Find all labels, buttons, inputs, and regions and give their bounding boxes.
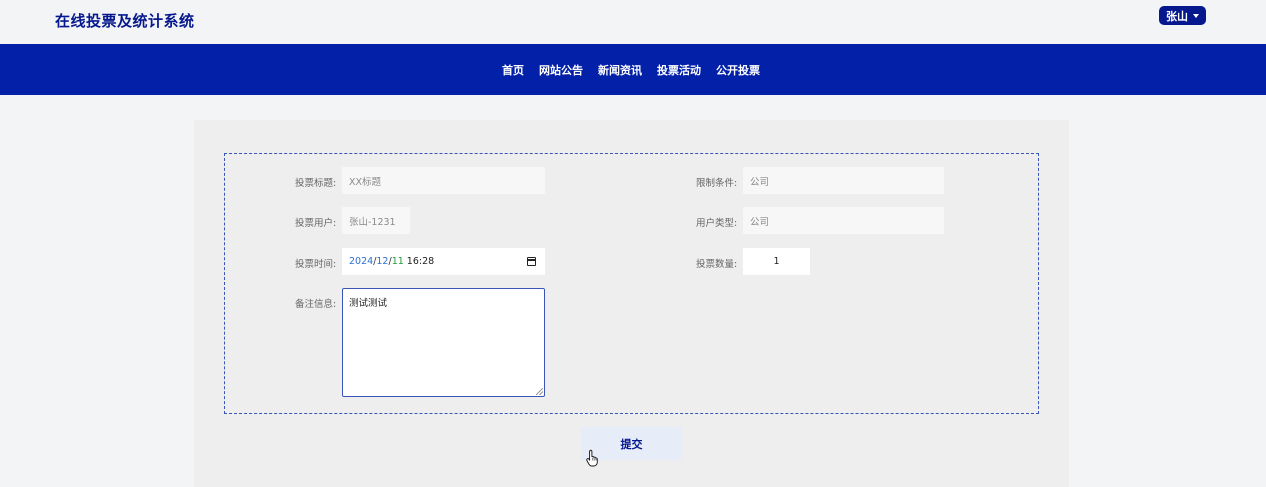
content-panel: 投票标题: XX标题 限制条件: 公司 投票用户: 张山-1231 用户类型: …	[194, 120, 1069, 487]
remark-text: 测试测试	[349, 298, 388, 309]
vote-count-input[interactable]: 1	[743, 248, 810, 275]
remark-label: 备注信息:	[295, 299, 337, 310]
chevron-down-icon	[1193, 13, 1199, 18]
date-day: 11	[391, 256, 404, 267]
vote-time-label: 投票时间:	[295, 259, 337, 270]
nav-item-home[interactable]: 首页	[502, 62, 524, 78]
limit-condition-label: 限制条件:	[696, 178, 738, 189]
date-month: 12	[376, 256, 389, 267]
nav-list: 首页 网站公告 新闻资讯 投票活动 公开投票	[494, 44, 768, 95]
main-navbar: 首页 网站公告 新闻资讯 投票活动 公开投票	[0, 44, 1266, 95]
calendar-icon[interactable]	[527, 257, 536, 266]
resize-grip-icon[interactable]	[536, 388, 543, 395]
vote-title-label: 投票标题:	[295, 178, 337, 189]
app-title: 在线投票及统计系统	[55, 12, 195, 30]
vote-user-label: 投票用户:	[295, 218, 337, 229]
user-menu-button[interactable]: 张山	[1159, 6, 1206, 25]
date-time: 16:28	[406, 256, 435, 267]
top-header: 在线投票及统计系统 张山	[0, 0, 1266, 44]
limit-condition-field[interactable]: 公司	[743, 167, 944, 194]
remark-textarea[interactable]: 测试测试	[342, 288, 545, 397]
vote-count-label: 投票数量:	[696, 259, 738, 270]
user-type-label: 用户类型:	[696, 218, 738, 229]
vote-form: 投票标题: XX标题 限制条件: 公司 投票用户: 张山-1231 用户类型: …	[224, 153, 1039, 414]
vote-user-field[interactable]: 张山-1231	[342, 207, 410, 234]
nav-item-news[interactable]: 新闻资讯	[598, 62, 642, 78]
date-year: 2024	[349, 256, 374, 267]
nav-item-announcements[interactable]: 网站公告	[539, 62, 583, 78]
user-name: 张山	[1166, 9, 1188, 23]
hand-pointer-icon	[586, 449, 598, 467]
nav-item-public-vote[interactable]: 公开投票	[716, 62, 760, 78]
vote-title-field[interactable]: XX标题	[342, 167, 545, 194]
user-type-field[interactable]: 公司	[743, 207, 944, 234]
vote-time-input[interactable]: 2024/12/11 16:28	[342, 248, 545, 275]
nav-item-vote-activities[interactable]: 投票活动	[657, 62, 701, 78]
